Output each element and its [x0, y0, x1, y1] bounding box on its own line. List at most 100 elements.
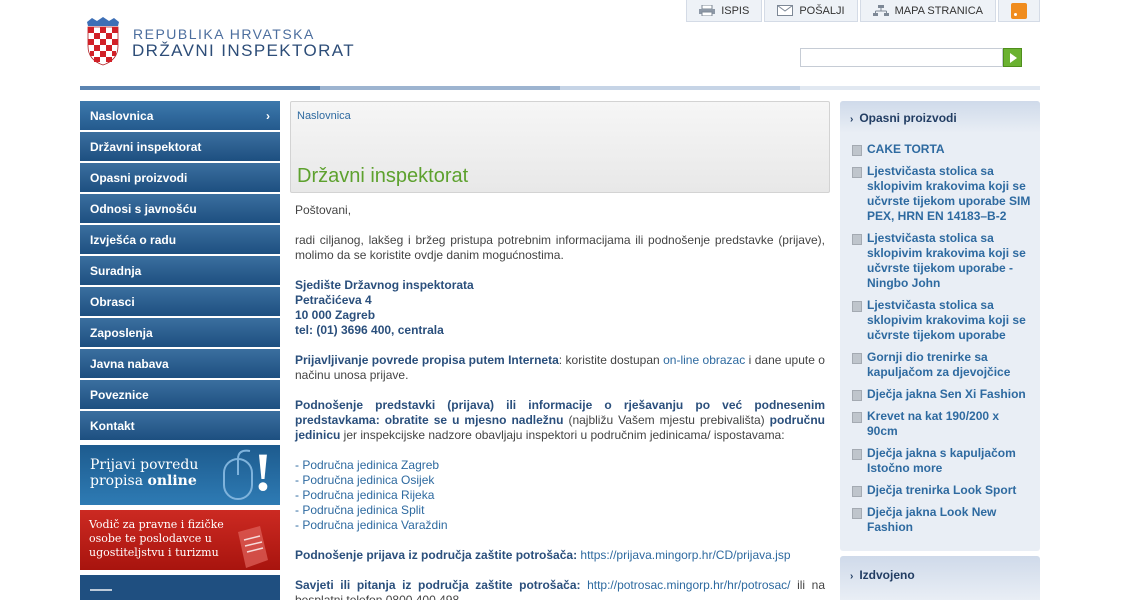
- chevron-right-icon: ›: [850, 571, 854, 582]
- hq-telephone: tel: (01) 3696 400, centrala: [295, 323, 444, 337]
- document-icon: [238, 526, 268, 568]
- coat-of-arms-icon: [90, 589, 112, 599]
- nav-item-label: Opasni proizvodi: [90, 170, 188, 185]
- nav-item-suradnja[interactable]: Suradnja: [80, 256, 280, 285]
- submission-text: jer inspekcijske nadzore obavljaju inspe…: [340, 428, 785, 442]
- regional-units-list: - Područna jedinica Zagreb - Područna je…: [295, 458, 825, 533]
- product-link[interactable]: Ljestvičasta stolica sa sklopivim krakov…: [852, 231, 1032, 291]
- send-label: POŠALJI: [799, 4, 845, 17]
- product-link[interactable]: Dječja jakna Look New Fashion: [852, 505, 1032, 535]
- submission-instruction: obratite se u mjesno nadležnu: [379, 413, 564, 427]
- nav-item-obrasci[interactable]: Obrasci: [80, 287, 280, 316]
- send-link[interactable]: POŠALJI: [764, 0, 858, 22]
- header-divider: [560, 86, 800, 90]
- sitemap-label: MAPA STRANICA: [894, 4, 983, 17]
- print-link[interactable]: ISPIS: [686, 0, 763, 22]
- nav-item-drzavni-inspektorat[interactable]: Državni inspektorat: [80, 132, 280, 161]
- nav-item-kontakt[interactable]: Kontakt: [80, 411, 280, 440]
- chevron-right-icon: ›: [850, 114, 854, 125]
- hq-city: 10 000 Zagreb: [295, 308, 376, 322]
- banner-line: ugostiteljstvu i turizmu: [89, 546, 219, 559]
- top-toolbar: ISPIS POŠALJI MAPA STRANICA: [684, 0, 1040, 22]
- rss-link[interactable]: [998, 0, 1040, 22]
- featured-panel-label: Izdvojeno: [859, 568, 915, 582]
- envelope-icon: [777, 5, 794, 16]
- rss-icon: [1011, 2, 1027, 19]
- product-link[interactable]: CAKE TORTA: [852, 142, 1032, 157]
- featured-panel-title[interactable]: › Izdvojeno: [850, 568, 915, 582]
- product-label: Ljestvičasta stolica sa sklopivim krakov…: [867, 298, 1026, 342]
- nav-item-label: Odnosi s javnošću: [90, 201, 197, 216]
- chevron-right-icon: ›: [266, 109, 270, 123]
- product-link[interactable]: Dječja trenirka Look Sport: [852, 483, 1032, 498]
- report-violation-banner[interactable]: Prijavi povredu propisa online !: [80, 445, 280, 505]
- exclamation-icon: !: [254, 445, 272, 502]
- nav-item-naslovnica[interactable]: Naslovnica ›: [80, 101, 280, 130]
- nav-item-poveznice[interactable]: Poveznice: [80, 380, 280, 409]
- headquarters-address: Sjedište Državnog inspektorata Petračiće…: [295, 278, 825, 338]
- unit-link-varazdin[interactable]: - Područna jedinica Varaždin: [295, 518, 825, 533]
- document-icon: [852, 301, 862, 312]
- banner-line: osobe te poslodavce u: [89, 532, 212, 545]
- unit-link-osijek[interactable]: - Područna jedinica Osijek: [295, 473, 825, 488]
- panel-title[interactable]: › Opasni proizvodi: [850, 111, 957, 125]
- panel-title-label: Opasni proizvodi: [859, 111, 957, 125]
- online-form-link[interactable]: on-line obrazac: [663, 353, 745, 367]
- intro-paragraph: radi ciljanog, lakšeg i bržeg pristupa p…: [295, 233, 825, 262]
- search-submit-button[interactable]: [1003, 48, 1022, 67]
- nav-item-label: Izvješća o radu: [90, 232, 177, 247]
- printer-icon: [699, 5, 716, 16]
- hq-name: Sjedište Državnog inspektorata: [295, 278, 474, 292]
- product-label: Ljestvičasta stolica sa sklopivim krakov…: [867, 231, 1026, 290]
- sitemap-link[interactable]: MAPA STRANICA: [859, 0, 996, 22]
- page-header-box: Naslovnica Državni inspektorat: [290, 101, 830, 193]
- product-link[interactable]: Ljestvičasta stolica sa sklopivim krakov…: [852, 164, 1032, 224]
- product-link[interactable]: Dječja jakna Sen Xi Fashion: [852, 387, 1032, 402]
- partner-banner[interactable]: [80, 575, 280, 600]
- consumer-advice-link[interactable]: http://potrosac.mingorp.hr/hr/potrosac/: [581, 578, 790, 592]
- nav-item-odnosi-s-javnoscu[interactable]: Odnosi s javnošću: [80, 194, 280, 223]
- unit-link-rijeka[interactable]: - Područna jedinica Rijeka: [295, 488, 825, 503]
- unit-link-split[interactable]: - Područna jedinica Split: [295, 503, 825, 518]
- submission-text: (najbližu Vašem mjestu prebivališta): [563, 413, 770, 427]
- product-label: CAKE TORTA: [867, 142, 945, 156]
- main-content: Poštovani, radi ciljanog, lakšeg i bržeg…: [295, 203, 825, 600]
- nav-item-opasni-proizvodi[interactable]: Opasni proizvodi: [80, 163, 280, 192]
- banner-line: propisa: [90, 473, 148, 489]
- search-input[interactable]: [800, 48, 1003, 67]
- page-title: Državni inspektorat: [297, 165, 469, 187]
- greeting: Poštovani,: [295, 203, 352, 217]
- consumer-report-heading: Podnošenje prijava iz područja zaštite p…: [295, 548, 578, 562]
- product-link[interactable]: Dječja jakna s kapuljačom Istočno more: [852, 446, 1032, 476]
- online-report-text: : koristite dostupan: [558, 353, 664, 367]
- product-link[interactable]: Gornji dio trenirke sa kapuljačom za dje…: [852, 350, 1032, 380]
- document-icon: [852, 390, 862, 401]
- nav-item-label: Kontakt: [90, 418, 135, 433]
- nav-item-label: Obrasci: [90, 294, 135, 309]
- nav-item-javna-nabava[interactable]: Javna nabava: [80, 349, 280, 378]
- report-violation-text: Prijavi povredu propisa online: [90, 457, 198, 489]
- site-logo[interactable]: REPUBLIKA HRVATSKA DRŽAVNI INSPEKTORAT: [84, 16, 384, 68]
- nav-item-izvjesca-o-radu[interactable]: Izvješća o radu: [80, 225, 280, 254]
- product-label: Dječja jakna Look New Fashion: [867, 505, 997, 534]
- product-label: Ljestvičasta stolica sa sklopivim krakov…: [867, 164, 1031, 223]
- online-report-paragraph: Prijavljivanje povrede propisa putem Int…: [295, 353, 825, 383]
- online-report-heading: Prijavljivanje povrede propisa putem Int…: [295, 353, 559, 367]
- product-label: Gornji dio trenirke sa kapuljačom za dje…: [867, 350, 1011, 379]
- product-link[interactable]: Ljestvičasta stolica sa sklopivim krakov…: [852, 298, 1032, 343]
- hospitality-guide-banner[interactable]: Vodič za pravne i fizičke osobe te poslo…: [80, 510, 280, 570]
- breadcrumb-home-link[interactable]: Naslovnica: [297, 110, 351, 122]
- document-icon: [852, 486, 862, 497]
- document-icon: [852, 353, 862, 364]
- nav-item-zaposlenja[interactable]: Zaposlenja: [80, 318, 280, 347]
- croatian-coat-of-arms-icon: [87, 17, 119, 66]
- document-icon: [852, 167, 862, 178]
- product-label: Dječja jakna s kapuljačom Istočno more: [867, 446, 1016, 475]
- document-icon: [852, 508, 862, 519]
- dangerous-products-list: CAKE TORTA Ljestvičasta stolica sa sklop…: [852, 142, 1032, 542]
- consumer-report-paragraph: Podnošenje prijava iz područja zaštite p…: [295, 548, 825, 563]
- product-link[interactable]: Krevet na kat 190/200 x 90cm: [852, 409, 1032, 439]
- nav-item-label: Državni inspektorat: [90, 139, 202, 154]
- unit-link-zagreb[interactable]: - Područna jedinica Zagreb: [295, 458, 825, 473]
- consumer-report-link[interactable]: https://prijava.mingorp.hr/CD/prijava.js…: [577, 548, 790, 562]
